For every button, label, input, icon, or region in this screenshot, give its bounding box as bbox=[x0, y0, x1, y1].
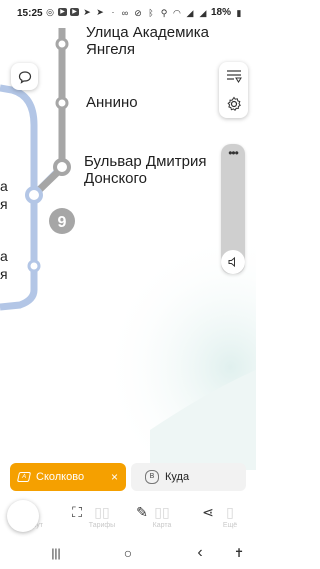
metro-map[interactable]: 9 Улица Академика Янгеля Аннино Бульвар … bbox=[0, 0, 256, 470]
chat-button[interactable] bbox=[11, 63, 38, 90]
station-dot-yangelya bbox=[55, 37, 69, 51]
from-badge: A bbox=[16, 472, 32, 482]
layout-icon: ▯▯ bbox=[94, 504, 110, 520]
to-badge: B bbox=[145, 470, 159, 484]
station-dot-donskogo bbox=[53, 158, 71, 176]
zoom-slider-knob[interactable] bbox=[221, 250, 245, 274]
from-station-field[interactable]: A Сколково × bbox=[10, 463, 126, 491]
line-number: 9 bbox=[58, 214, 67, 231]
home-button[interactable]: ○ bbox=[118, 546, 138, 560]
toolbar-item-map[interactable]: ▯▯ Карта bbox=[142, 497, 182, 537]
system-navigation-bar: ||| ○ ‹ ✝ bbox=[0, 537, 256, 569]
route-bar: A Сколково × B Куда bbox=[10, 463, 246, 493]
side-label-fragment: а bbox=[0, 248, 8, 264]
station-annino[interactable]: Аннино bbox=[86, 94, 138, 111]
station-donskogo[interactable]: Бульвар Дмитрия Донского bbox=[84, 153, 206, 187]
station-yangelya[interactable]: Улица Академика Янгеля bbox=[86, 24, 209, 58]
back-button[interactable]: ‹ bbox=[190, 545, 210, 561]
to-station-field[interactable]: B Куда bbox=[131, 463, 246, 491]
station-dot-annino bbox=[55, 96, 69, 110]
volume-icon bbox=[228, 256, 235, 268]
side-label-fragment: я bbox=[0, 196, 8, 212]
toolbar-label: Тарифы bbox=[88, 522, 116, 529]
grid-icon: ▯▯ bbox=[154, 504, 170, 520]
floating-circle-button[interactable] bbox=[7, 500, 39, 532]
station-label-annino: Аннино bbox=[86, 94, 138, 111]
settings-gear-icon[interactable] bbox=[226, 96, 242, 112]
recent-apps-button[interactable]: ||| bbox=[46, 546, 66, 560]
side-label-fragment: я bbox=[0, 266, 8, 282]
more-icon: ▯ bbox=[226, 504, 234, 520]
toolbar-item-tariffs[interactable]: ▯▯ Тарифы bbox=[82, 497, 122, 537]
side-label-fragment: а bbox=[0, 178, 8, 194]
transfer-station-dot bbox=[25, 186, 43, 204]
toolbar-item-more[interactable]: ▯ Ещё bbox=[210, 497, 250, 537]
from-station-label: Сколково bbox=[36, 471, 85, 483]
toolbar-label: Карта bbox=[152, 522, 172, 529]
to-station-placeholder: Куда bbox=[165, 471, 190, 483]
chat-bubble-icon bbox=[18, 70, 31, 84]
map-canvas: 9 bbox=[0, 28, 256, 470]
station-label-donskogo: Бульвар Дмитрия Донского bbox=[84, 153, 207, 187]
filter-list-icon[interactable] bbox=[226, 69, 242, 83]
more-options-icon[interactable]: ••• bbox=[221, 146, 245, 160]
map-options-panel bbox=[219, 62, 248, 118]
station-dot-blue bbox=[27, 259, 41, 273]
clear-from-button[interactable]: × bbox=[111, 470, 118, 484]
zoom-slider[interactable]: ••• bbox=[221, 144, 245, 274]
toolbar-label: Ещё bbox=[222, 522, 238, 529]
station-label-yangelya: Улица Академика Янгеля bbox=[86, 24, 210, 58]
accessibility-icon[interactable]: ✝ bbox=[229, 546, 249, 560]
